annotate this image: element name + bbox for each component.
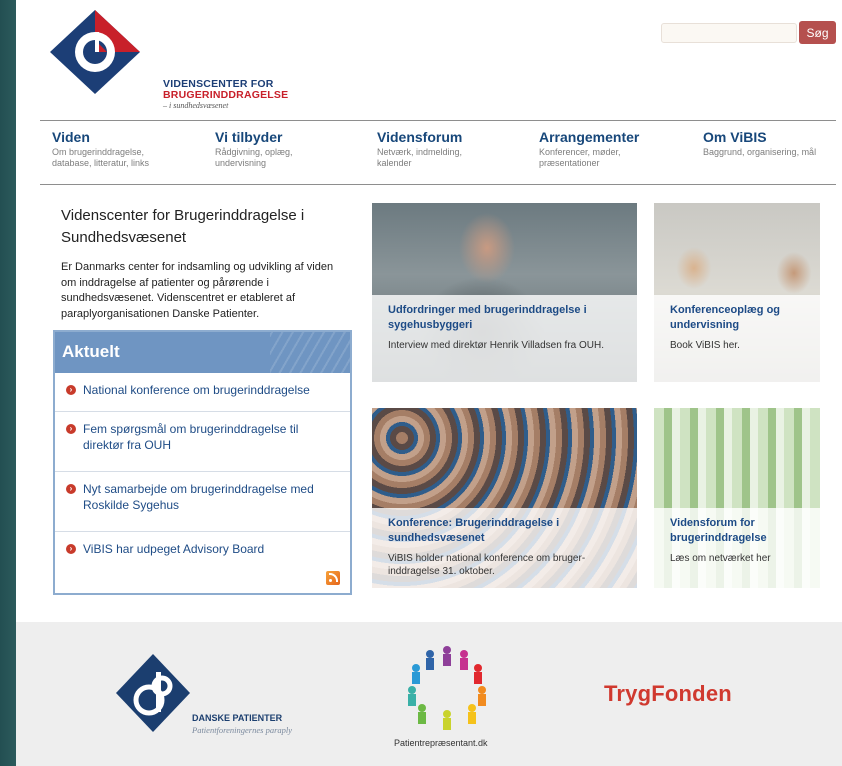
web-page: VIDENSCENTER FOR BRUGERINDDRAGELSE – i s… <box>16 0 842 766</box>
aktuelt-header: Aktuelt <box>55 332 350 373</box>
vibis-logo[interactable]: VIDENSCENTER FOR BRUGERINDDRAGELSE – i s… <box>48 8 293 113</box>
nav-subtitle: Om brugerinddragelse, database, litterat… <box>52 147 150 168</box>
news-link[interactable]: Fem spørgsmål om brugerinddragelse til d… <box>83 422 298 452</box>
aktuelt-heading: Aktuelt <box>62 342 120 361</box>
tile-title: Konference: Brugerinddragelse i sundheds… <box>388 517 560 544</box>
tile-caption: Konferenceoplæg og undervisning Book ViB… <box>654 295 820 382</box>
nav-title: Arrangementer <box>539 129 640 145</box>
vibis-logo-mark <box>50 10 140 94</box>
bullet-icon: › <box>66 385 76 395</box>
nav-item-vi-tilbyder[interactable]: Vi tilbyder Rådgivning, oplæg, undervisn… <box>215 129 375 169</box>
footer: DANSKE PATIENTER Patientforeningernes pa… <box>16 622 842 766</box>
danske-patienter-tagline: Patientforeningernes paraply <box>192 725 293 735</box>
nav-item-om-vibis[interactable]: Om ViBIS Baggrund, organisering, mål <box>703 129 842 158</box>
patientrep-label[interactable]: Patientrepræsentant.dk <box>394 738 488 748</box>
patientrep-logo[interactable] <box>402 640 492 737</box>
tile-title: Vidensforum for brugerinddragelse <box>670 517 767 544</box>
trygfonden-logo[interactable]: TrygFonden <box>604 681 732 707</box>
nav-top-divider <box>40 120 836 121</box>
news-link[interactable]: ViBIS har udpeget Advisory Board <box>83 542 264 556</box>
tile-title: Konferenceoplæg og undervisning <box>670 304 781 331</box>
search-button[interactable]: Søg <box>799 21 836 44</box>
rss-icon[interactable] <box>326 571 340 585</box>
aktuelt-box: Aktuelt › National konference om brugeri… <box>53 330 352 595</box>
tile-caption: Konference: Brugerinddragelse i sundheds… <box>372 508 637 588</box>
feature-tile-konference[interactable]: Konference: Brugerinddragelse i sundheds… <box>372 408 637 588</box>
nav-title: Om ViBIS <box>703 129 767 145</box>
feature-tile-konferenceoplaeg[interactable]: Konferenceoplæg og undervisning Book ViB… <box>654 203 820 382</box>
feature-tile-vidensforum[interactable]: Vidensforum for brugerinddragelse Læs om… <box>654 408 820 588</box>
nav-title: Vidensforum <box>377 129 463 145</box>
bullet-icon: › <box>66 484 76 494</box>
nav-subtitle: Rådgivning, oplæg, undervisning <box>215 147 293 168</box>
nav-title: Viden <box>52 129 90 145</box>
intro-title: Videnscenter for Brugerinddragelse i Sun… <box>61 207 305 246</box>
news-item[interactable]: › Nyt samarbejde om brugerinddragelse me… <box>55 472 350 532</box>
nav-item-arrangementer[interactable]: Arrangementer Konferencer, møder, præsen… <box>539 129 699 169</box>
tile-caption: Udfordringer med brugerinddragelse i syg… <box>372 295 637 382</box>
logo-line-3: – i sundhedsvæsenet <box>163 101 229 110</box>
tile-text: Book ViBIS her. <box>670 340 740 351</box>
nav-item-vidensforum[interactable]: Vidensforum Netværk, indmelding, kalende… <box>377 129 537 169</box>
nav-item-viden[interactable]: Viden Om brugerinddragelse, database, li… <box>52 129 212 169</box>
tile-title: Udfordringer med brugerinddragelse i syg… <box>388 304 587 331</box>
logo-line-2: BRUGERINDDRAGELSE <box>163 89 289 101</box>
tile-text: Interview med direktør Henrik Villadsen … <box>388 340 604 351</box>
danske-patienter-icon <box>116 654 190 732</box>
people-circle-icon <box>408 646 486 730</box>
nav-subtitle: Netværk, indmelding, kalender <box>377 147 463 168</box>
nav-title: Vi tilbyder <box>215 129 283 145</box>
danske-patienter-name: DANSKE PATIENTER <box>192 713 283 723</box>
danske-patienter-logo[interactable] <box>116 654 190 737</box>
news-item[interactable]: › National konference om brugerinddragel… <box>55 373 350 412</box>
news-item[interactable]: › ViBIS har udpeget Advisory Board <box>55 532 350 592</box>
news-link[interactable]: National konference om brugerinddragelse <box>83 383 310 397</box>
bullet-icon: › <box>66 544 76 554</box>
tile-text: ViBIS holder national konference om brug… <box>388 553 586 577</box>
feature-tile-sygehusbyggeri[interactable]: Udfordringer med brugerinddragelse i syg… <box>372 203 637 382</box>
tile-text: Læs om netværket her <box>670 553 771 564</box>
intro-body: Er Danmarks center for indsamling og udv… <box>61 261 334 320</box>
news-item[interactable]: › Fem spørgsmål om brugerinddragelse til… <box>55 412 350 472</box>
news-list: › National konference om brugerinddragel… <box>55 373 350 592</box>
desktop-background <box>0 0 16 766</box>
news-link[interactable]: Nyt samarbejde om brugerinddragelse med … <box>83 482 314 512</box>
tile-caption: Vidensforum for brugerinddragelse Læs om… <box>654 508 820 588</box>
bullet-icon: › <box>66 424 76 434</box>
nav-bottom-divider <box>40 184 836 185</box>
nav-subtitle: Konferencer, møder, præsentationer <box>539 147 621 168</box>
nav-subtitle: Baggrund, organisering, mål <box>703 147 817 157</box>
search-input[interactable] <box>661 23 797 43</box>
